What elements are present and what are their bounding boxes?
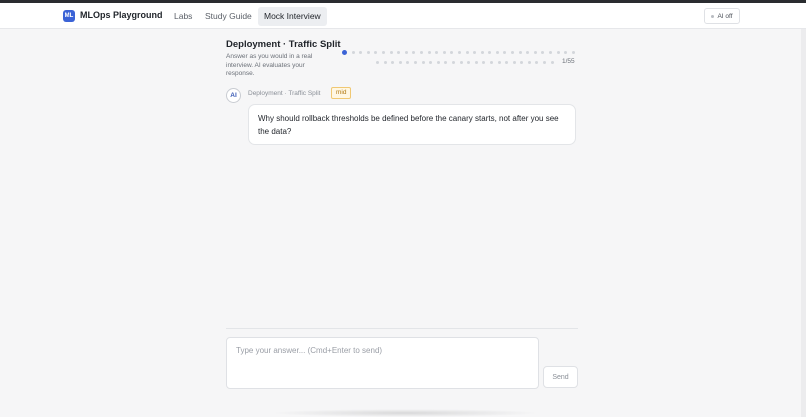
nav-item-labs[interactable]: Labs bbox=[168, 7, 198, 26]
progress-dot[interactable] bbox=[467, 60, 471, 64]
progress-dot[interactable] bbox=[421, 60, 425, 64]
progress-dot[interactable] bbox=[444, 60, 448, 64]
progress-dot[interactable] bbox=[457, 50, 461, 54]
progress-dot[interactable] bbox=[397, 50, 401, 54]
progress-dot[interactable] bbox=[451, 60, 455, 64]
progress-dot[interactable] bbox=[427, 50, 431, 54]
app-logo[interactable]: ML bbox=[63, 10, 75, 22]
ai-toggle-label: AI off bbox=[717, 12, 733, 20]
progress-dot[interactable] bbox=[564, 50, 568, 54]
progress-dot[interactable] bbox=[429, 60, 433, 64]
progress-dot[interactable] bbox=[511, 50, 515, 54]
progress-dot[interactable] bbox=[556, 50, 560, 54]
progress-dot[interactable] bbox=[497, 60, 501, 64]
progress-dot[interactable] bbox=[518, 50, 522, 54]
send-button[interactable]: Send bbox=[543, 366, 578, 388]
message-topic: Deployment · Traffic Split bbox=[248, 90, 321, 97]
progress-dot[interactable] bbox=[442, 50, 446, 54]
progress-dot[interactable] bbox=[541, 50, 545, 54]
progress-dot[interactable] bbox=[389, 50, 393, 54]
progress-dot[interactable] bbox=[527, 60, 531, 64]
progress-dot[interactable] bbox=[512, 60, 516, 64]
question-progress-row bbox=[376, 59, 554, 65]
progress-dot[interactable] bbox=[571, 50, 575, 54]
progress-dot[interactable] bbox=[549, 50, 553, 54]
bottom-shadow bbox=[270, 409, 540, 417]
progress-dot[interactable] bbox=[533, 50, 537, 54]
progress-dot[interactable] bbox=[398, 60, 402, 64]
progress-dot[interactable] bbox=[526, 50, 530, 54]
page-title: Deployment · Traffic Split bbox=[226, 39, 341, 50]
composer-divider bbox=[226, 328, 578, 329]
progress-dot[interactable] bbox=[489, 60, 493, 64]
progress-dot[interactable] bbox=[366, 50, 370, 54]
progress-dot[interactable] bbox=[482, 60, 486, 64]
progress-counter: 1/55 bbox=[562, 58, 575, 65]
progress-dot[interactable] bbox=[435, 50, 439, 54]
progress-dot[interactable] bbox=[488, 50, 492, 54]
nav-item-study-guide[interactable]: Study Guide bbox=[199, 7, 258, 26]
progress-dot[interactable] bbox=[474, 60, 478, 64]
progress-dot[interactable] bbox=[419, 50, 423, 54]
progress-dot[interactable] bbox=[505, 60, 509, 64]
progress-dot[interactable] bbox=[535, 60, 539, 64]
progress-dot[interactable] bbox=[406, 60, 410, 64]
page-scrollbar[interactable] bbox=[801, 29, 806, 417]
progress-dot[interactable] bbox=[391, 60, 395, 64]
progress-dot[interactable] bbox=[495, 50, 499, 54]
progress-dot[interactable] bbox=[359, 50, 363, 54]
question-progress-row bbox=[342, 49, 575, 55]
progress-dot[interactable] bbox=[374, 50, 378, 54]
progress-dot[interactable] bbox=[404, 50, 408, 54]
ai-avatar: AI bbox=[226, 88, 241, 103]
ai-toggle-button[interactable]: AI off bbox=[704, 8, 740, 24]
progress-dot[interactable] bbox=[459, 60, 463, 64]
progress-dot[interactable] bbox=[543, 60, 547, 64]
progress-dot[interactable] bbox=[550, 60, 554, 64]
app-header: ML MLOps Playground Labs Study Guide Moc… bbox=[0, 3, 806, 29]
difficulty-badge: mid bbox=[331, 87, 352, 99]
nav-item-mock-interview[interactable]: Mock Interview bbox=[258, 7, 327, 26]
progress-dot[interactable] bbox=[413, 60, 417, 64]
page-subtitle: Answer as you would in a real interview.… bbox=[226, 53, 313, 77]
progress-dot[interactable] bbox=[342, 49, 347, 55]
progress-dot[interactable] bbox=[412, 50, 416, 54]
progress-dot[interactable] bbox=[480, 50, 484, 54]
status-dot-icon bbox=[711, 14, 715, 18]
question-bubble: Why should rollback thresholds be define… bbox=[248, 104, 576, 145]
progress-dot[interactable] bbox=[450, 50, 454, 54]
progress-dot[interactable] bbox=[503, 50, 507, 54]
progress-dot[interactable] bbox=[376, 60, 379, 64]
progress-dot[interactable] bbox=[520, 60, 524, 64]
app-name[interactable]: MLOps Playground bbox=[80, 10, 163, 20]
progress-dot[interactable] bbox=[383, 60, 387, 64]
progress-dot[interactable] bbox=[436, 60, 440, 64]
progress-dot[interactable] bbox=[381, 50, 385, 54]
answer-input[interactable] bbox=[226, 337, 539, 389]
progress-dot[interactable] bbox=[465, 50, 469, 54]
progress-dot[interactable] bbox=[473, 50, 477, 54]
progress-dot[interactable] bbox=[351, 50, 355, 54]
